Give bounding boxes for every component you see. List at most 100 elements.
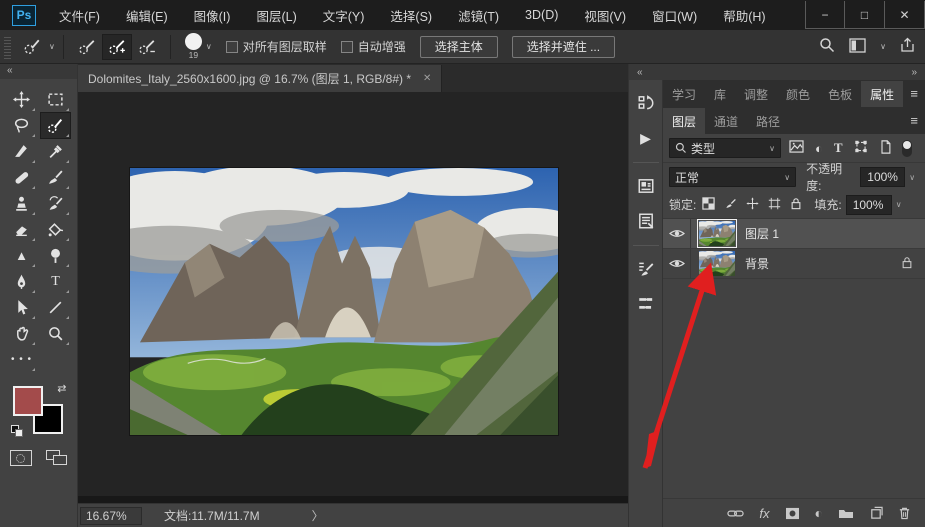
status-chevron-icon[interactable]: 〉	[312, 507, 324, 524]
foreground-color-swatch[interactable]	[12, 386, 43, 416]
subtract-from-selection-icon[interactable]	[132, 34, 162, 60]
layer-thumbnail[interactable]	[699, 251, 735, 276]
type-tool[interactable]: T	[41, 269, 70, 294]
canvas-pasteboard[interactable]	[78, 92, 628, 496]
quick-selection-tool[interactable]	[40, 112, 71, 139]
lock-pixels-icon[interactable]	[724, 197, 737, 213]
checkbox-icon[interactable]	[225, 40, 238, 53]
fill-field[interactable]: 100%	[845, 194, 892, 215]
brush-tool[interactable]	[41, 165, 70, 190]
filter-type-layers-icon[interactable]: T	[834, 140, 843, 156]
checkbox-icon[interactable]	[340, 40, 353, 53]
close-button[interactable]: ✕	[885, 1, 925, 29]
panel-menu-icon[interactable]: ≡	[910, 113, 918, 128]
tab-adjustments[interactable]: 调整	[735, 81, 777, 107]
chevron-down-icon[interactable]: ∨	[206, 42, 212, 51]
visibility-eye-icon[interactable]	[663, 218, 691, 249]
brush-settings-panel-icon[interactable]	[633, 256, 659, 282]
sample-all-layers-checkbox[interactable]: 对所有图层取样	[225, 38, 327, 55]
tab-properties[interactable]: 属性	[861, 81, 904, 107]
dodge-tool[interactable]	[41, 243, 70, 268]
marquee-tool[interactable]	[41, 87, 70, 112]
panel-menu-icon[interactable]: ≡	[910, 86, 918, 101]
character-panel-icon[interactable]	[633, 173, 659, 199]
link-layers-icon[interactable]	[727, 508, 745, 519]
lock-artboard-icon[interactable]	[768, 197, 781, 213]
filter-adjustment-layers-icon[interactable]: ◐	[815, 141, 823, 156]
filter-kind-dropdown[interactable]: 类型 ∨	[669, 138, 781, 158]
menu-file[interactable]: 文件(F)	[46, 0, 113, 30]
maximize-button[interactable]: □	[845, 1, 885, 29]
document-tab[interactable]: Dolomites_Italy_2560x1600.jpg @ 16.7% (图…	[78, 65, 443, 92]
opacity-field[interactable]: 100%	[860, 167, 906, 187]
menu-select[interactable]: 选择(S)	[377, 0, 445, 30]
search-icon[interactable]	[819, 37, 835, 56]
layer-name[interactable]: 图层 1	[745, 225, 779, 242]
menu-view[interactable]: 视图(V)	[571, 0, 639, 30]
close-tab-icon[interactable]: ✕	[423, 73, 431, 84]
tab-libraries[interactable]: 库	[705, 81, 735, 107]
filter-smart-objects-icon[interactable]	[879, 139, 892, 157]
tab-paths[interactable]: 路径	[747, 108, 789, 134]
tool-preset-icon[interactable]	[17, 34, 47, 60]
layer-row-layer1[interactable]: 图层 1	[663, 218, 925, 249]
tab-color[interactable]: 颜色	[777, 81, 819, 107]
swap-colors-icon[interactable]: ⇄	[57, 382, 66, 395]
canvas-image[interactable]	[130, 168, 558, 435]
crop-tool[interactable]	[7, 139, 36, 164]
brush-size-picker[interactable]: 19	[184, 33, 202, 60]
brushes-panel-icon[interactable]	[633, 291, 659, 317]
move-tool[interactable]	[7, 87, 36, 112]
menu-type[interactable]: 文字(Y)	[310, 0, 378, 30]
layer-name[interactable]: 背景	[745, 255, 769, 272]
menu-layer[interactable]: 图层(L)	[243, 0, 309, 30]
tab-layers[interactable]: 图层	[663, 108, 706, 134]
quick-mask-mode-icon[interactable]	[9, 450, 32, 466]
tab-learn[interactable]: 学习	[663, 81, 705, 107]
new-selection-icon[interactable]	[72, 34, 102, 60]
new-group-icon[interactable]	[838, 507, 854, 519]
tab-swatches[interactable]: 色板	[819, 81, 861, 107]
new-adjustment-layer-icon[interactable]: ◐	[815, 505, 823, 521]
layer-row-background[interactable]: 背景	[663, 248, 925, 279]
sharpen-tool[interactable]: ▲	[7, 243, 36, 268]
chevron-down-icon[interactable]: ∨	[880, 42, 886, 51]
layer-thumbnail[interactable]	[697, 219, 737, 248]
history-panel-icon[interactable]	[633, 90, 659, 116]
menu-3d[interactable]: 3D(D)	[512, 0, 571, 30]
clone-stamp-tool[interactable]	[7, 191, 36, 216]
auto-enhance-checkbox[interactable]: 自动增强	[340, 38, 406, 55]
menu-filter[interactable]: 滤镜(T)	[445, 0, 512, 30]
eraser-tool[interactable]	[7, 217, 36, 242]
tab-channels[interactable]: 通道	[705, 108, 747, 134]
expand-dock-icon[interactable]: »	[911, 67, 917, 78]
lock-position-icon[interactable]	[746, 196, 759, 213]
screen-mode-icon[interactable]	[45, 450, 68, 466]
delete-layer-icon[interactable]	[898, 506, 911, 520]
pen-tool[interactable]	[7, 269, 36, 294]
new-layer-icon[interactable]	[869, 506, 883, 520]
blend-mode-dropdown[interactable]: 正常 ∨	[669, 167, 797, 187]
select-subject-button[interactable]: 选择主体	[419, 35, 498, 58]
filter-pixel-layers-icon[interactable]	[789, 140, 804, 156]
layer-style-fx-icon[interactable]: fx	[759, 506, 769, 521]
filter-shape-layers-icon[interactable]	[854, 140, 868, 156]
lock-all-icon[interactable]	[790, 197, 802, 213]
chevron-down-icon[interactable]: ∨	[905, 167, 919, 187]
chevron-down-icon[interactable]: ∨	[49, 42, 55, 51]
add-to-selection-icon[interactable]	[101, 33, 132, 60]
workspace-switcher-icon[interactable]	[849, 37, 866, 56]
minimize-button[interactable]: −	[805, 1, 845, 29]
menu-help[interactable]: 帮助(H)	[710, 0, 778, 30]
actions-panel-icon[interactable]: ▶	[633, 125, 659, 151]
edit-toolbar-icon[interactable]: • • •	[7, 347, 36, 372]
lock-transparency-icon[interactable]	[702, 196, 716, 213]
visibility-eye-icon[interactable]	[663, 248, 691, 279]
paragraph-panel-icon[interactable]	[633, 208, 659, 234]
share-icon[interactable]	[900, 37, 915, 56]
path-selection-tool[interactable]	[7, 295, 36, 320]
chevron-down-icon[interactable]: ∨	[892, 195, 906, 215]
history-brush-tool[interactable]	[41, 191, 70, 216]
gradient-tool[interactable]	[41, 217, 70, 242]
lasso-tool[interactable]	[7, 113, 36, 138]
